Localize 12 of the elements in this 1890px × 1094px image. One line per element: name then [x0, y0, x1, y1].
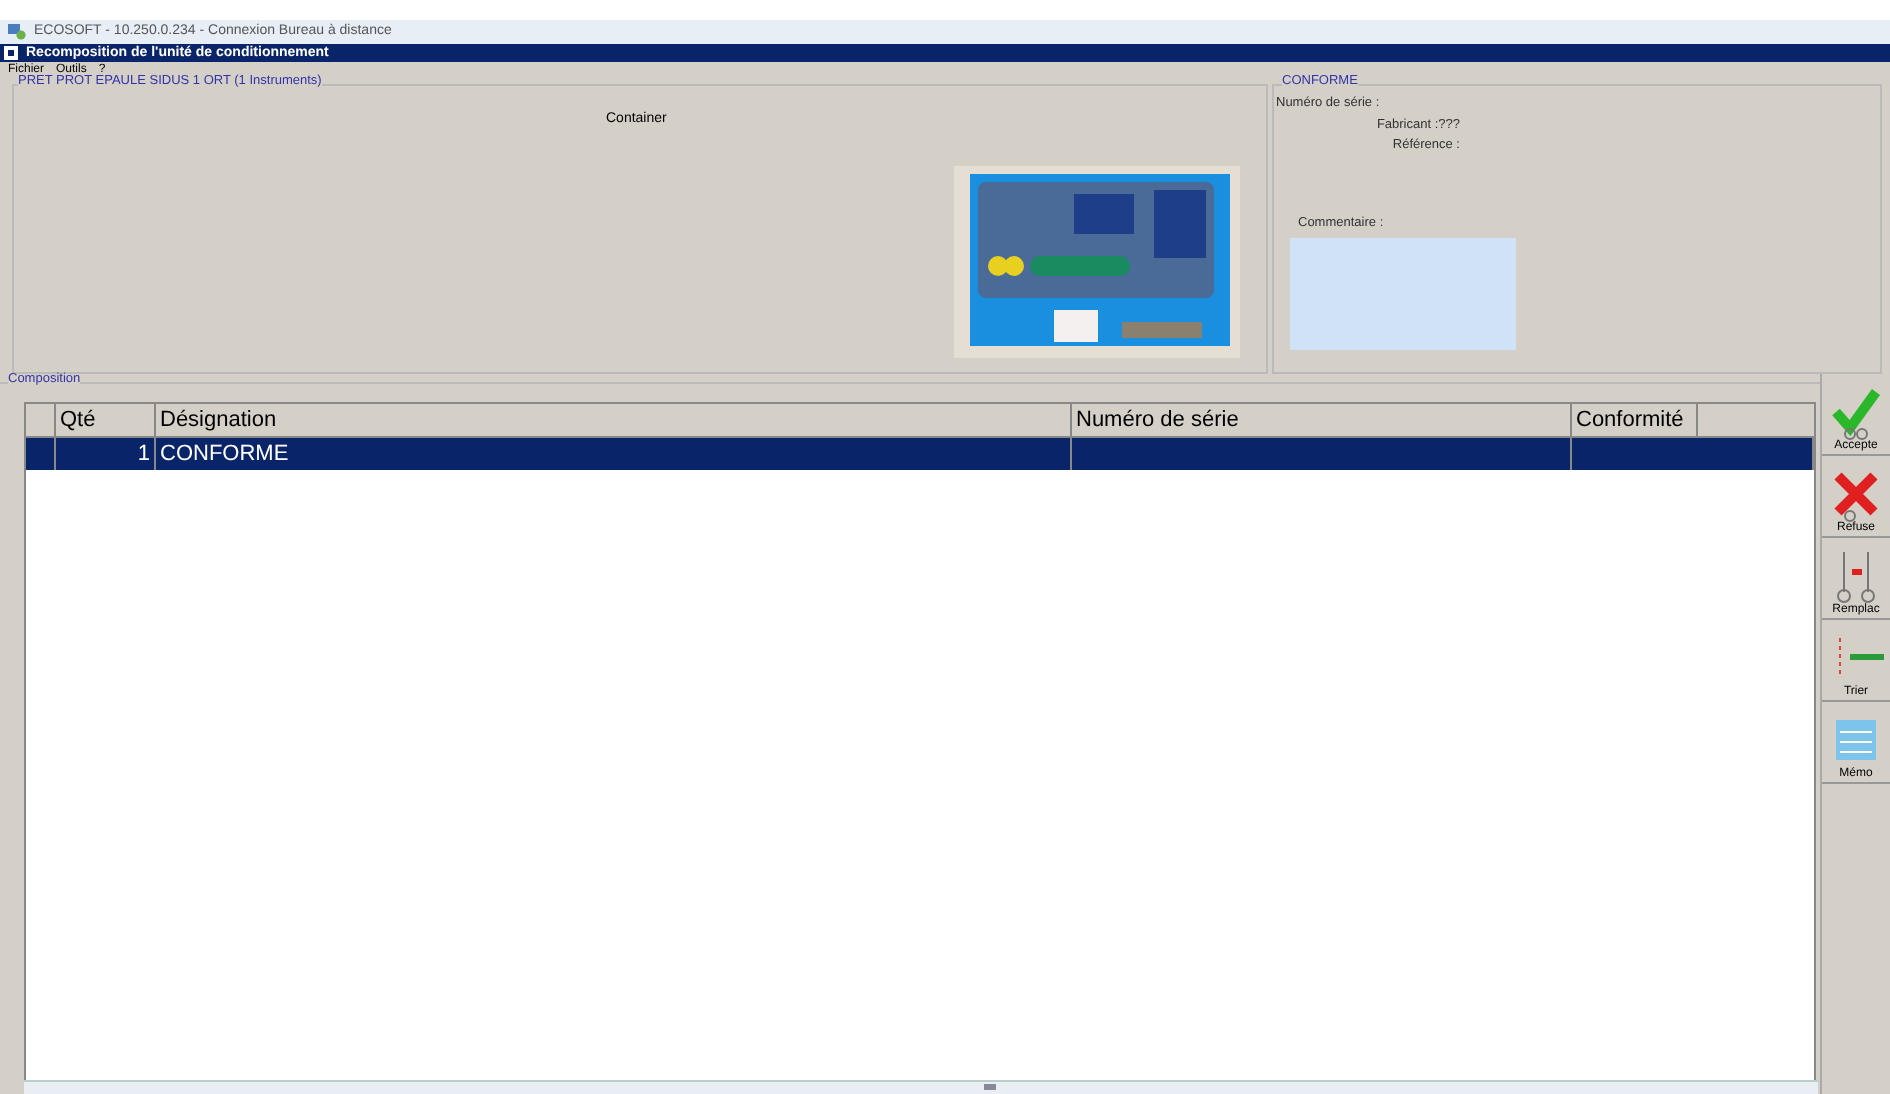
table-row[interactable]: 1 CONFORME	[26, 438, 1814, 470]
horizontal-scrollbar[interactable]	[24, 1080, 1818, 1094]
column-header[interactable]: Qté	[56, 404, 156, 436]
checkmark-icon	[1828, 384, 1884, 440]
comment-field[interactable]	[1290, 238, 1516, 350]
table-cell: 1	[56, 438, 156, 470]
remote-desktop-icon	[8, 24, 26, 40]
column-header[interactable]: Numéro de série	[1072, 404, 1572, 436]
column-header[interactable]: Désignation	[156, 404, 1072, 436]
cross-icon	[1828, 466, 1884, 522]
table-cell: CONFORME	[156, 438, 1072, 470]
column-header[interactable]: Conformité	[1572, 404, 1698, 436]
